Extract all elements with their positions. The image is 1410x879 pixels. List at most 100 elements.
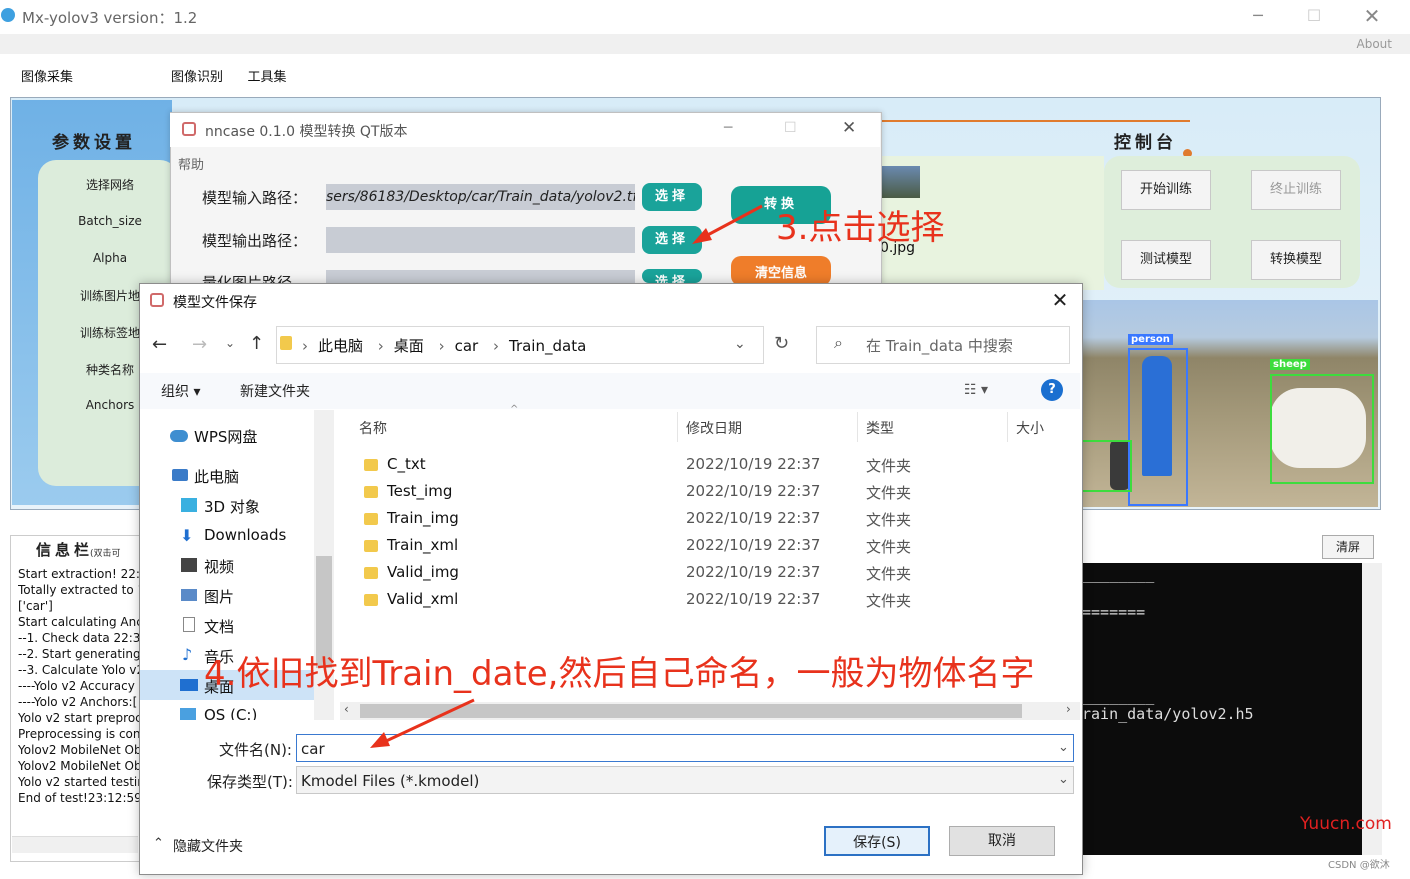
chevron-up-icon[interactable]: ⌃ [153,836,164,851]
nncase-close-icon[interactable]: ✕ [842,118,856,138]
watermark-csdn: CSDN @欲沐 [1328,860,1390,871]
tab-label: 图像识别 [170,70,223,85]
console-title: 控制台 [1114,133,1177,153]
params-title: 参数设置 [52,133,136,153]
help-icon[interactable]: ? [1041,379,1063,401]
file-date: 2022/10/19 22:37 [686,509,821,527]
person-bbox [1128,348,1188,506]
hide-folders-toggle[interactable]: 隐藏文件夹 [173,836,243,856]
nncase-maximize-icon[interactable]: ☐ [784,120,797,136]
organize-menu[interactable]: 组织 ▾ [161,381,200,401]
menubar [0,34,1410,54]
file-type: 文件夹 [866,565,912,583]
convert-model-button[interactable]: 转换模型 [1251,240,1341,280]
nav-item-os-c[interactable]: OS (C:) [204,706,257,720]
column-date[interactable]: 修改日期 [686,418,742,438]
nav-item-videos[interactable]: 视频 [204,556,234,577]
filetype-dropdown-icon[interactable]: ⌄ [1058,772,1069,787]
param-alpha: Alpha [92,251,128,265]
tab-image-recognition[interactable]: 图像识别 [162,60,232,96]
nav-item-documents[interactable]: 文档 [204,616,234,637]
dialog-close-icon[interactable]: ✕ [1048,288,1072,312]
app-logo-icon [1,8,15,22]
maximize-icon[interactable]: ☐ [1294,4,1334,28]
column-size[interactable]: 大小 [1016,418,1044,438]
folder-icon [364,459,378,471]
save-button[interactable]: 保存(S) [824,826,930,856]
folder-icon [364,540,378,552]
file-date: 2022/10/19 22:37 [686,455,821,473]
tab-label: 工具集 [247,70,287,85]
close-icon[interactable]: ✕ [1352,4,1392,28]
dialog-logo-icon [150,293,164,307]
nav-item-downloads[interactable]: Downloads [204,526,286,544]
filename-label: 文件名(N): [219,741,292,759]
nav-item-this-pc[interactable]: 此电脑 [194,466,239,487]
tab-image-capture[interactable]: 图像采集 [12,60,82,96]
column-type[interactable]: 类型 [866,418,894,438]
nncase-title: nncase 0.1.0 模型转换 QT版本 [205,124,408,140]
annotation-arrow-3 [692,204,763,244]
back-arrow-icon[interactable]: ← [152,334,167,355]
terminal-scrollbar[interactable] [1362,563,1382,855]
file-type: 文件夹 [866,484,912,502]
computer-icon [172,469,188,481]
model-input-field[interactable]: sers/86183/Desktop/car/Train_data/yolov2… [326,184,635,210]
forward-arrow-icon[interactable]: → [192,334,207,355]
breadcrumb-item[interactable]: car [455,337,479,355]
new-folder-button[interactable]: 新建文件夹 [240,381,310,401]
quant-image-field[interactable] [326,270,635,283]
sort-indicator-icon: ^ [510,404,519,415]
info-log-line: ['car'] [18,599,53,613]
nav-item-wps[interactable]: WPS网盘 [194,426,257,447]
desktop-icon [180,679,198,691]
info-log-line: ----Yolo v2 Accuracy [18,679,135,693]
cancel-button[interactable]: 取消 [949,826,1055,856]
clear-info-button[interactable]: 清空信息 [731,256,831,286]
terminal-line: ======= [1082,603,1146,621]
model-output-label: 模型输出路径： [202,232,308,250]
filetype-select[interactable]: Kmodel Files (*.kmodel) [296,766,1074,794]
nncase-minimize-icon[interactable]: ─ [724,120,732,136]
file-type: 文件夹 [866,457,912,475]
scroll-left-icon[interactable]: ‹ [344,702,349,716]
nav-item-pictures[interactable]: 图片 [204,586,234,607]
breadcrumb-item[interactable]: 此电脑 [318,337,363,355]
file-date: 2022/10/19 22:37 [686,563,821,581]
info-log-line: Preprocessing is con [18,727,140,741]
file-name: Valid_img [387,563,459,581]
info-horizontal-scrollbar[interactable] [12,836,138,853]
filename-dropdown-icon[interactable]: ⌄ [1058,740,1069,755]
info-log[interactable]: Start extraction! 22:3 Totally extracted … [18,566,140,806]
info-log-line: Start extraction! 22:3 [18,567,140,581]
recent-dropdown-icon[interactable]: ⌄ [225,336,235,350]
nav-item-3d[interactable]: 3D 对象 [204,496,260,517]
sheep-label: sheep [1270,359,1310,370]
model-output-field[interactable] [326,227,635,253]
stop-training-button[interactable]: 终止训练 [1251,170,1341,210]
test-model-button[interactable]: 测试模型 [1121,240,1211,280]
breadcrumb-item[interactable]: Train_data [509,337,586,355]
app-title: Mx-yolov3 version：1.2 [22,9,198,27]
select-quant-button[interactable]: 选择 [642,269,702,283]
column-name[interactable]: 名称 [359,418,387,438]
address-dropdown-icon[interactable]: ⌄ [734,336,746,352]
folder-icon [364,594,378,606]
nncase-logo-icon [182,122,196,136]
view-options-icon[interactable]: ☷ ▾ [964,382,988,398]
tab-object-detection[interactable]: 物体识别 [87,60,157,96]
about-link[interactable]: About [1357,37,1392,51]
terminal-line: rain_data/yolov2.h5 [1082,705,1254,723]
minimize-icon[interactable]: ─ [1238,4,1278,28]
start-training-button[interactable]: 开始训练 [1121,170,1211,210]
refresh-icon[interactable]: ↻ [774,333,789,354]
up-arrow-icon[interactable]: ↑ [249,333,264,354]
breadcrumb: › 此电脑 › 桌面 › car › Train_data [302,337,587,355]
terminal-output: ________ ======= ________ rain_data/yolo… [1082,563,1362,855]
scroll-right-icon[interactable]: › [1066,702,1071,716]
clear-screen-button[interactable]: 清屏 [1322,535,1374,559]
tab-toolset[interactable]: 工具集 [237,60,297,96]
breadcrumb-item[interactable]: 桌面 [394,337,424,355]
info-log-line: --3. Calculate Yolo v2 [18,663,140,677]
nncase-help-menu[interactable]: 帮助 [178,154,204,173]
